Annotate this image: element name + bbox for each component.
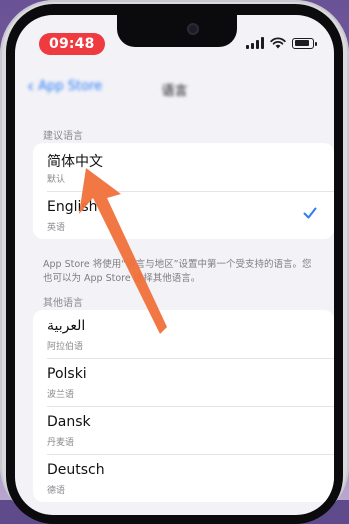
language-name: English	[47, 199, 98, 215]
language-row-danish[interactable]: Dansk 丹麦语	[33, 406, 334, 454]
language-name: Deutsch	[47, 462, 105, 478]
cellular-signal-icon	[246, 37, 264, 49]
other-languages-header: 其他语言	[43, 298, 83, 309]
language-row-german[interactable]: Deutsch 德语	[33, 454, 334, 502]
language-name: العربية	[47, 318, 86, 334]
language-subtitle: 阿拉伯语	[47, 342, 84, 352]
language-name: Polski	[47, 366, 87, 382]
status-icons	[246, 37, 317, 49]
language-subtitle: 波兰语	[47, 390, 75, 400]
status-bar: 09:48	[15, 15, 334, 55]
phone-screen: 09:48 ‹ App Store 语言 建议语言 简体中文 默认 Englis…	[15, 15, 334, 515]
language-subtitle: 英语	[47, 223, 66, 233]
checkmark-icon	[303, 207, 317, 219]
suggested-languages-group: 简体中文 默认 English 英语	[33, 143, 334, 239]
language-row-arabic[interactable]: العربية 阿拉伯语	[33, 310, 334, 358]
wifi-icon	[270, 37, 286, 49]
other-languages-group: العربية 阿拉伯语 Polski 波兰语 Dansk 丹麦语 Deutsc…	[33, 310, 334, 502]
language-name: Dansk	[47, 414, 91, 430]
language-subtitle: 默认	[47, 175, 66, 185]
status-time: 09:48	[39, 33, 105, 55]
language-row-polish[interactable]: Polski 波兰语	[33, 358, 334, 406]
page-title: 语言	[161, 84, 188, 99]
battery-icon	[292, 37, 317, 49]
language-subtitle: 德语	[47, 486, 66, 496]
suggested-languages-header: 建议语言	[43, 131, 83, 142]
language-row-simplified-chinese[interactable]: 简体中文 默认	[33, 143, 334, 191]
navigation-bar: ‹ App Store 语言	[15, 73, 334, 103]
language-subtitle: 丹麦语	[47, 438, 75, 448]
language-name: 简体中文	[47, 154, 103, 170]
language-row-english[interactable]: English 英语	[33, 191, 334, 239]
language-footnote: App Store 将使用“语言与地区”设置中第一个受支持的语言。您也可以为 A…	[43, 259, 312, 284]
